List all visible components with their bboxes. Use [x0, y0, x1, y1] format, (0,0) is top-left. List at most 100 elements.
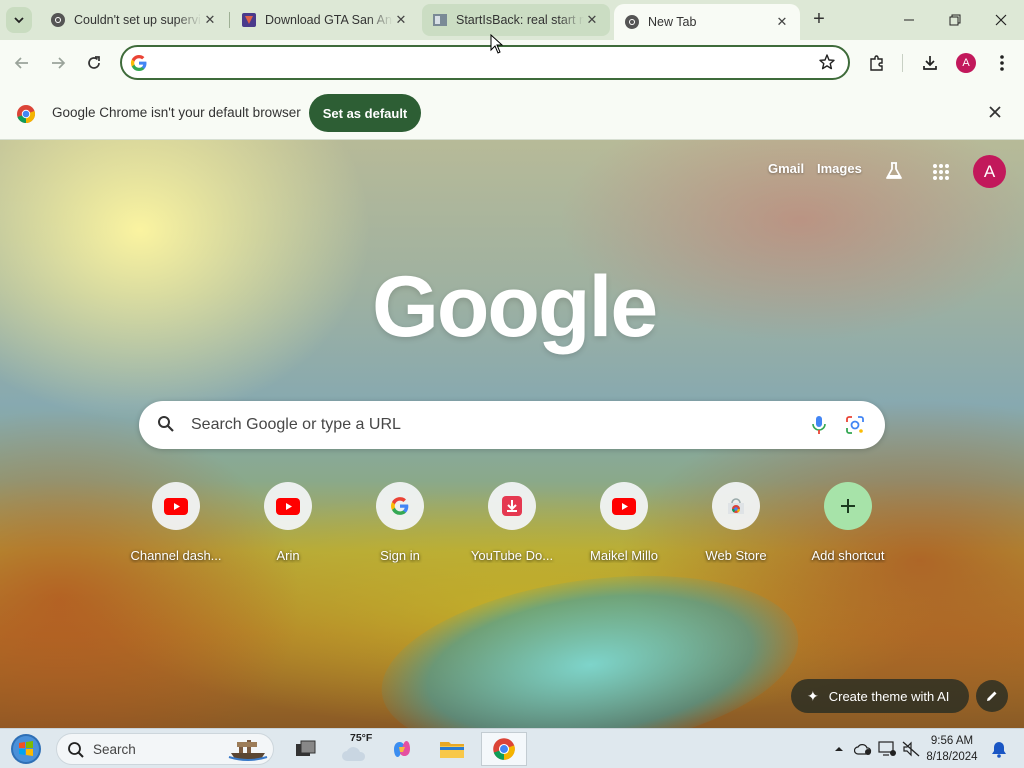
- puzzle-icon: [870, 55, 883, 71]
- youtube-icon: [264, 482, 312, 530]
- google-apps-icon[interactable]: [932, 163, 950, 184]
- shortcut-label: Channel dash...: [130, 548, 222, 563]
- ntp-search-box[interactable]: [139, 401, 885, 449]
- create-theme-label: Create theme with AI: [828, 688, 950, 704]
- extensions-button[interactable]: [864, 50, 890, 76]
- labs-flask-icon[interactable]: [884, 161, 904, 184]
- new-tab-page: Gmail Images A Google Channel dash... Ar…: [0, 140, 1024, 728]
- chrome-icon: [50, 12, 66, 28]
- shortcut-tile[interactable]: Maikel Millo: [568, 482, 680, 570]
- tab-search-button[interactable]: [6, 7, 32, 33]
- microphone-icon[interactable]: [809, 414, 829, 439]
- shortcut-tile[interactable]: Arin: [232, 482, 344, 570]
- tab-couldnt-set-up[interactable]: Couldn't set up supervi ✕: [40, 4, 228, 36]
- forward-button[interactable]: [44, 49, 72, 77]
- profile-avatar-button[interactable]: A: [956, 53, 976, 73]
- address-bar[interactable]: [120, 45, 850, 80]
- shortcut-tile[interactable]: Web Store: [680, 482, 792, 570]
- task-view-icon: [296, 740, 316, 756]
- tab-separator: [229, 12, 230, 28]
- more-vert-icon: [1000, 55, 1004, 71]
- plus-icon: [824, 482, 872, 530]
- copilot-button[interactable]: [382, 732, 422, 766]
- notifications-button[interactable]: [990, 740, 1008, 758]
- close-tab-icon[interactable]: ✕: [393, 12, 409, 28]
- add-shortcut-tile[interactable]: Add shortcut: [792, 482, 904, 570]
- shortcut-label: Sign in: [380, 548, 420, 563]
- chrome-logo-icon: [16, 104, 36, 127]
- system-clock[interactable]: 9:56 AM 8/18/2024: [920, 733, 984, 765]
- shortcut-tile[interactable]: YouTube Do...: [456, 482, 568, 570]
- restore-button[interactable]: [932, 0, 978, 40]
- tab-download-gta[interactable]: Download GTA San Andre ✕: [231, 4, 419, 36]
- close-infobar-icon[interactable]: [988, 105, 1002, 122]
- google-lens-icon[interactable]: [845, 415, 865, 438]
- chrome-taskbar-button[interactable]: [481, 732, 527, 766]
- tab-startisback[interactable]: StartIsBack: real start m ✕: [422, 4, 610, 36]
- images-link[interactable]: Images: [817, 161, 862, 176]
- close-tab-icon[interactable]: ✕: [202, 12, 218, 28]
- account-avatar[interactable]: A: [973, 155, 1006, 188]
- tab-title: New Tab: [648, 15, 697, 29]
- search-highlight-icon: [227, 737, 269, 764]
- download-icon: [923, 56, 937, 70]
- startisback-icon: [432, 12, 448, 28]
- search-icon: [157, 415, 175, 436]
- network-tray-icon[interactable]: [878, 740, 896, 758]
- browser-toolbar: A: [0, 40, 1024, 86]
- youtube-icon: [152, 482, 200, 530]
- close-tab-icon[interactable]: ✕: [774, 14, 790, 30]
- bookmark-star-icon[interactable]: [818, 53, 836, 74]
- close-window-button[interactable]: [978, 0, 1024, 40]
- minimize-icon: [904, 19, 914, 21]
- tab-new-tab[interactable]: New Tab ✕: [614, 4, 800, 40]
- file-explorer-button[interactable]: [432, 732, 472, 766]
- gta-icon: [241, 12, 257, 28]
- google-g-icon: [376, 482, 424, 530]
- close-icon: [995, 14, 1007, 26]
- tab-title: StartIsBack: real start m: [456, 13, 584, 27]
- chevron-down-icon: [14, 17, 24, 24]
- forward-arrow-icon: [52, 57, 66, 69]
- clock-time: 9:56 AM: [930, 735, 974, 747]
- minimize-button[interactable]: [886, 0, 932, 40]
- back-arrow-icon: [14, 57, 28, 69]
- reload-button[interactable]: [80, 49, 108, 77]
- back-button[interactable]: [8, 49, 36, 77]
- chevron-up-icon: [835, 747, 843, 751]
- chrome-menu-button[interactable]: [989, 50, 1015, 76]
- windows-taskbar: Search 75°F 9:56 AM 8/18/2024: [0, 728, 1024, 768]
- copilot-icon: [394, 741, 410, 757]
- onedrive-tray-icon[interactable]: [854, 740, 872, 758]
- close-tab-icon[interactable]: ✕: [584, 12, 600, 28]
- tab-title: Couldn't set up supervi: [74, 13, 201, 27]
- task-view-button[interactable]: [286, 732, 326, 766]
- gmail-link[interactable]: Gmail: [768, 161, 804, 176]
- address-input[interactable]: [158, 52, 798, 74]
- shortcut-label: Arin: [276, 548, 300, 563]
- folder-icon: [440, 742, 464, 758]
- reload-icon: [88, 56, 100, 69]
- taskbar-search-box[interactable]: Search: [56, 733, 274, 765]
- customize-chrome-button[interactable]: [976, 680, 1008, 712]
- toolbar-divider: [902, 54, 903, 72]
- tab-strip: Couldn't set up supervi ✕ Download GTA S…: [0, 0, 1024, 40]
- restore-icon: [949, 14, 961, 26]
- infobar-message: Google Chrome isn't your default browser: [52, 105, 301, 120]
- shortcut-label: YouTube Do...: [470, 548, 554, 563]
- download-icon: [488, 482, 536, 530]
- downloads-button[interactable]: [917, 50, 943, 76]
- shortcut-label: Add shortcut: [811, 548, 885, 563]
- sparkle-icon: ✦: [807, 687, 819, 704]
- start-button[interactable]: [8, 732, 44, 766]
- new-tab-button[interactable]: +: [807, 8, 831, 32]
- chrome-icon: [624, 14, 640, 30]
- shortcut-tile[interactable]: Channel dash...: [120, 482, 232, 570]
- search-input[interactable]: [191, 414, 771, 436]
- volume-muted-tray-icon[interactable]: [902, 740, 920, 758]
- set-as-default-button[interactable]: Set as default: [309, 94, 421, 132]
- show-hidden-icons-button[interactable]: [830, 740, 848, 758]
- create-theme-with-ai-button[interactable]: ✦ Create theme with AI: [791, 679, 969, 713]
- shortcut-label: Maikel Millo: [590, 548, 658, 563]
- shortcut-tile[interactable]: Sign in: [344, 482, 456, 570]
